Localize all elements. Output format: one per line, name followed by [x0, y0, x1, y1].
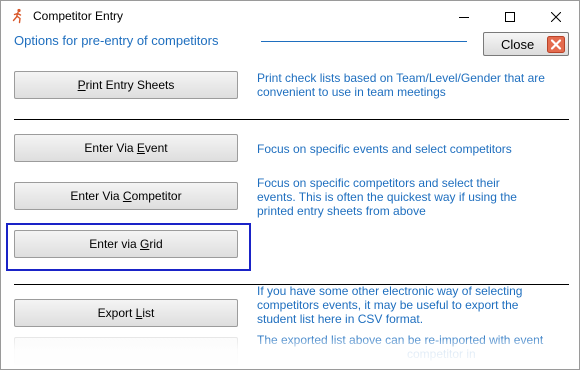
enter-via-competitor-description: Focus on specific competitors and select…: [257, 176, 573, 218]
description-line: Focus on specific events and select comp…: [257, 142, 512, 156]
description-line: The exported list above can be re-import…: [257, 333, 544, 347]
runner-app-icon: [12, 8, 22, 24]
print-entry-sheets-description: Print check lists based on Team/Level/Ge…: [257, 71, 573, 99]
section-header: Options for pre-entry of competitors: [14, 33, 219, 48]
button-label-pre: Enter via: [89, 237, 140, 251]
description-line: competitor in: [407, 347, 476, 361]
section-divider: [14, 119, 569, 120]
description-line: If you have some other electronic way of…: [257, 284, 523, 298]
print-entry-sheets-button[interactable]: Print Entry Sheets: [14, 71, 238, 99]
description-line: convenient to use in team meetings: [257, 85, 446, 99]
enter-via-competitor-button[interactable]: Enter Via Competitor: [14, 182, 238, 210]
import-list-description: The exported list above can be re-import…: [257, 333, 573, 361]
export-list-description: If you have some other electronic way of…: [257, 284, 573, 326]
window-title: Competitor Entry: [33, 9, 124, 23]
export-list-button[interactable]: Export List: [14, 299, 238, 327]
maximize-icon: [505, 11, 515, 22]
enter-via-event-description: Focus on specific events and select comp…: [257, 142, 573, 156]
maximize-button[interactable]: [487, 1, 533, 32]
button-label-post: vent: [144, 141, 168, 155]
button-label-accelerator: E: [136, 141, 145, 155]
minimize-button[interactable]: [441, 1, 487, 32]
window-close-button[interactable]: [533, 1, 579, 32]
title-bar[interactable]: Competitor Entry: [1, 1, 579, 32]
button-label-post: ist: [142, 306, 155, 320]
description-line: events. This is often the quickest way i…: [257, 190, 517, 204]
button-label-accelerator: G: [140, 237, 150, 251]
minimize-icon: [459, 16, 469, 18]
description-line: competitors events, it may be useful to …: [257, 298, 519, 312]
button-label-pre: Enter Via: [84, 141, 137, 155]
button-label-pre: Export: [97, 306, 136, 320]
button-label-post: rid: [149, 237, 163, 251]
description-line: Focus on specific competitors and select…: [257, 176, 500, 190]
enter-via-event-button[interactable]: Enter Via Event: [14, 134, 238, 162]
enter-via-grid-button[interactable]: Enter via Grid: [14, 230, 238, 258]
close-button[interactable]: Close: [483, 32, 569, 56]
competitor-entry-window: Competitor Entry Options for pre-entry o…: [0, 0, 580, 370]
button-label-accelerator: P: [77, 78, 86, 92]
header-rule: [261, 41, 467, 42]
button-label-post: ompetitor: [131, 189, 182, 203]
button-label-pre: Enter Via: [70, 189, 123, 203]
close-x-icon: [547, 36, 565, 53]
description-line: Print check lists based on Team/Level/Ge…: [257, 71, 545, 85]
button-label-accelerator: C: [122, 189, 132, 203]
description-line: printed entry sheets from above: [257, 204, 426, 218]
close-button-label: Close: [501, 37, 535, 52]
description-line: student list here in CSV format.: [257, 312, 424, 326]
import-list-button[interactable]: [14, 337, 238, 365]
close-icon: [551, 11, 561, 22]
button-label-post: rint Entry Sheets: [85, 78, 175, 92]
